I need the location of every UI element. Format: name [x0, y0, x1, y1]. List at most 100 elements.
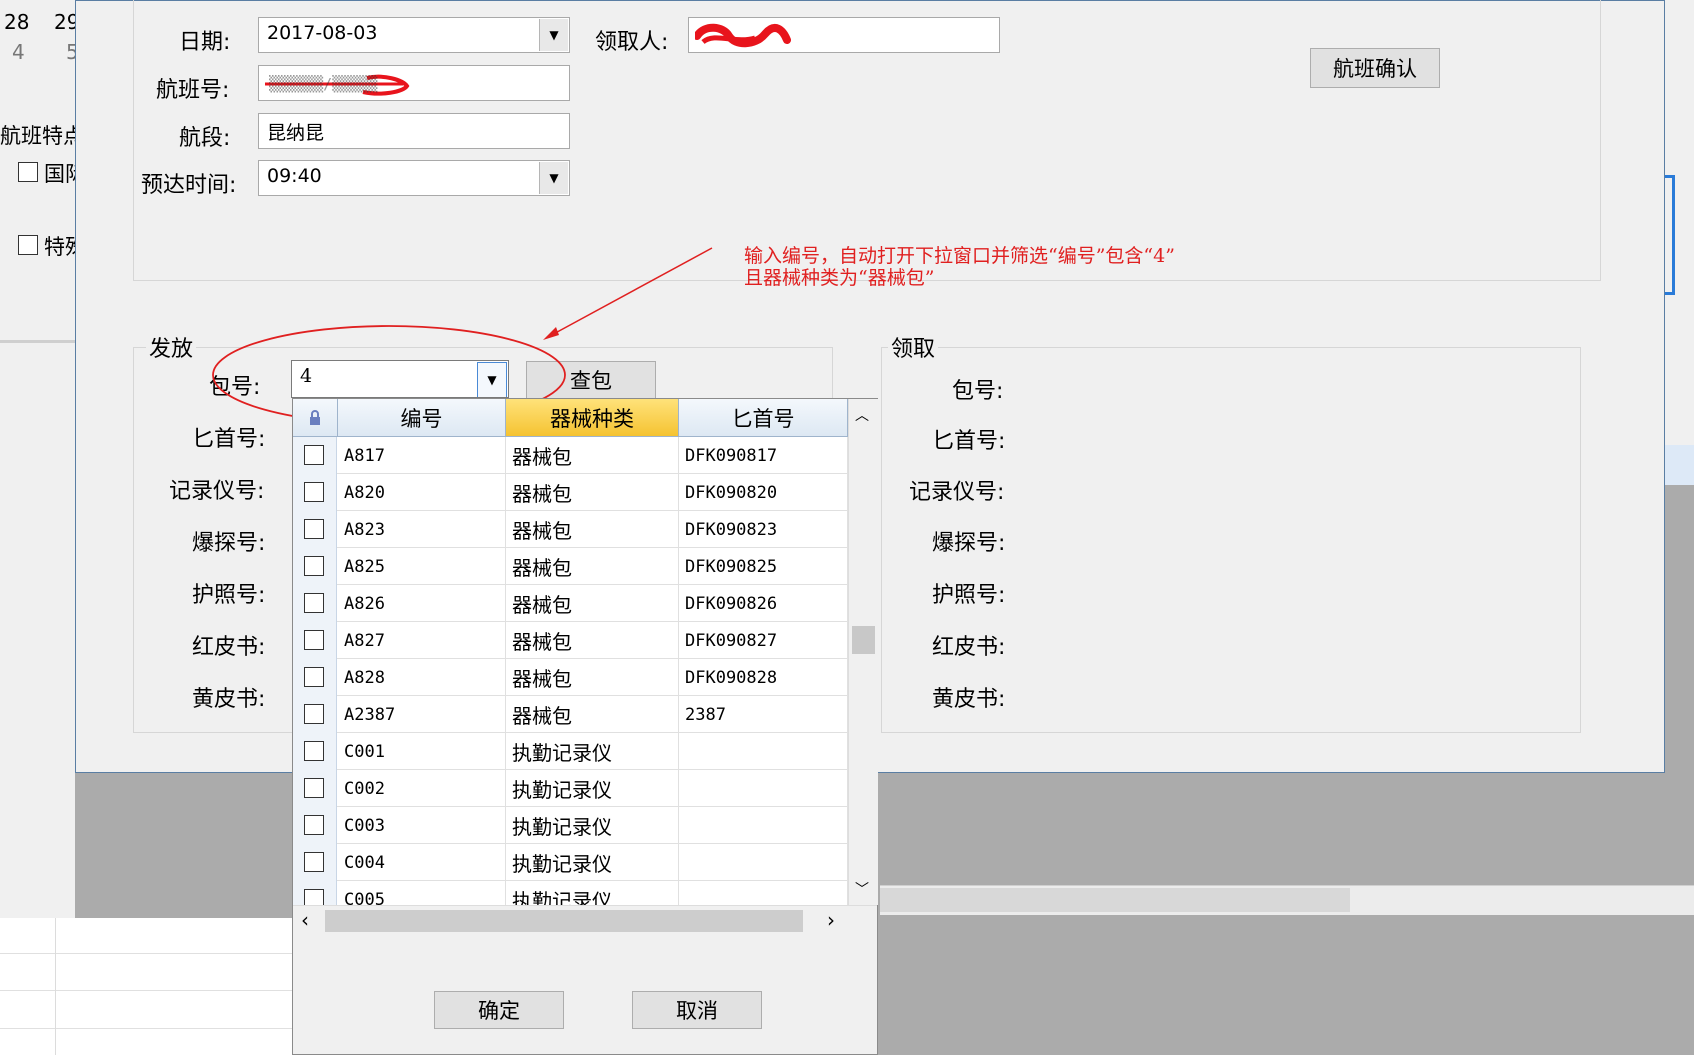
cell-dagger: [679, 733, 848, 770]
row-selector[interactable]: [293, 733, 337, 770]
receive-recorder-label: 记录仪号:: [909, 480, 1005, 505]
row-checkbox[interactable]: [304, 815, 324, 835]
receive-redbook-label: 红皮书:: [932, 635, 1006, 660]
table-row[interactable]: C004 执勤记录仪: [293, 844, 848, 881]
column-header-id[interactable]: 编号: [338, 399, 506, 437]
row-selector[interactable]: [293, 437, 337, 474]
flight-confirm-button[interactable]: 航班确认: [1310, 48, 1440, 88]
column-header-dagger[interactable]: 匕首号: [679, 399, 848, 437]
scroll-thumb[interactable]: [852, 626, 875, 654]
row-checkbox[interactable]: [304, 704, 324, 724]
row-checkbox[interactable]: [304, 445, 324, 465]
row-selector[interactable]: [293, 585, 337, 622]
table-row[interactable]: C005 执勤记录仪: [293, 881, 848, 905]
table-row[interactable]: C002 执勤记录仪: [293, 770, 848, 807]
date-combo[interactable]: 2017-08-03 ▼: [258, 17, 570, 53]
chevron-down-icon[interactable]: ▼: [477, 362, 507, 397]
row-checkbox[interactable]: [304, 556, 324, 576]
cell-id: C001: [338, 733, 506, 770]
search-bag-button[interactable]: 查包: [526, 361, 656, 399]
row-checkbox[interactable]: [304, 482, 324, 502]
background-scroll-thumb[interactable]: [880, 888, 1350, 912]
chevron-down-icon[interactable]: ﹀: [855, 879, 869, 899]
chevron-down-icon[interactable]: ▼: [539, 162, 568, 194]
international-checkbox[interactable]: [18, 162, 38, 182]
receive-passport-label: 护照号:: [932, 583, 1006, 608]
issue-recorder-label: 记录仪号:: [169, 479, 265, 504]
row-selector[interactable]: [293, 622, 337, 659]
table-row[interactable]: C001 执勤记录仪: [293, 733, 848, 770]
table-row[interactable]: A2387 器械包 2387: [293, 696, 848, 733]
row-selector[interactable]: [293, 548, 337, 585]
segment-label: 航段:: [179, 126, 231, 151]
cell-type: 执勤记录仪: [506, 807, 679, 844]
cell-dagger: DFK090827: [679, 622, 848, 659]
row-selector[interactable]: [293, 659, 337, 696]
row-selector[interactable]: [293, 511, 337, 548]
receiver-label: 领取人:: [595, 30, 669, 55]
flight-features-label: 航班特点: [0, 124, 84, 148]
row-selector[interactable]: [293, 770, 337, 807]
receive-detector-label: 爆探号:: [932, 531, 1006, 556]
receiver-input[interactable]: [688, 17, 1000, 53]
chevron-right-icon[interactable]: ›: [827, 908, 835, 932]
column-header-type[interactable]: 器械种类: [506, 399, 679, 437]
calendar-day[interactable]: 28: [4, 10, 29, 34]
row-selector[interactable]: [293, 474, 337, 511]
issue-passport-label: 护照号:: [192, 583, 266, 608]
receive-group-title: 领取: [888, 331, 939, 363]
segment-input[interactable]: 昆纳昆: [258, 113, 570, 149]
row-selector[interactable]: [293, 807, 337, 844]
lock-icon[interactable]: [293, 399, 338, 437]
row-checkbox[interactable]: [304, 667, 324, 687]
issue-group-title: 发放: [146, 331, 197, 363]
row-checkbox[interactable]: [304, 593, 324, 613]
row-checkbox[interactable]: [304, 630, 324, 650]
flight-number-input[interactable]: ▒▒▒▒▒▒/▒▒▒▒▒: [258, 65, 570, 101]
bag-number-combo[interactable]: 4 ▼: [291, 360, 509, 398]
redaction-scribble: [695, 23, 791, 48]
row-checkbox[interactable]: [304, 778, 324, 798]
row-checkbox[interactable]: [304, 741, 324, 761]
ok-button[interactable]: 确定: [434, 991, 564, 1029]
chevron-left-icon[interactable]: ‹: [301, 908, 309, 932]
cell-dagger: DFK090825: [679, 548, 848, 585]
special-checkbox[interactable]: [18, 235, 38, 255]
vertical-scrollbar[interactable]: ︿ ﹀: [848, 399, 878, 905]
cell-dagger: [679, 881, 848, 905]
table-row[interactable]: A828 器械包 DFK090828: [293, 659, 848, 696]
cell-type: 器械包: [506, 659, 679, 696]
eta-combo[interactable]: 09:40 ▼: [258, 160, 570, 196]
background-toolbar: [880, 885, 1694, 916]
cancel-button[interactable]: 取消: [632, 991, 762, 1029]
cell-type: 器械包: [506, 622, 679, 659]
issue-redbook-label: 红皮书:: [192, 635, 266, 660]
row-checkbox[interactable]: [304, 889, 324, 905]
receive-bag-label: 包号:: [952, 379, 1004, 404]
table-row[interactable]: A825 器械包 DFK090825: [293, 548, 848, 585]
table-row[interactable]: C003 执勤记录仪: [293, 807, 848, 844]
cell-id: C004: [338, 844, 506, 881]
hscroll-thumb[interactable]: [325, 910, 803, 932]
background-calendar-panel: 28 29 4 5 航班特点 国际 特殊: [0, 0, 86, 340]
row-selector[interactable]: [293, 881, 337, 905]
table-row[interactable]: A826 器械包 DFK090826: [293, 585, 848, 622]
chevron-up-icon[interactable]: ︿: [855, 405, 869, 425]
row-checkbox[interactable]: [304, 852, 324, 872]
table-row[interactable]: A827 器械包 DFK090827: [293, 622, 848, 659]
table-row[interactable]: A817 器械包 DFK090817: [293, 437, 848, 474]
annotation-line-1: 输入编号，自动打开下拉窗口并筛选“编号”包含“4”: [744, 245, 1175, 267]
row-checkbox[interactable]: [304, 519, 324, 539]
cell-dagger: DFK090826: [679, 585, 848, 622]
background-gray: [880, 915, 1694, 1055]
chevron-down-icon[interactable]: ▼: [539, 19, 568, 51]
table-row[interactable]: A823 器械包 DFK090823: [293, 511, 848, 548]
cell-type: 器械包: [506, 511, 679, 548]
row-selector[interactable]: [293, 696, 337, 733]
cell-type: 执勤记录仪: [506, 733, 679, 770]
calendar-day[interactable]: 4: [12, 40, 25, 64]
date-value: 2017-08-03: [267, 22, 378, 44]
row-selector[interactable]: [293, 844, 337, 881]
table-row[interactable]: A820 器械包 DFK090820: [293, 474, 848, 511]
horizontal-scrollbar[interactable]: ‹ ›: [293, 905, 877, 936]
